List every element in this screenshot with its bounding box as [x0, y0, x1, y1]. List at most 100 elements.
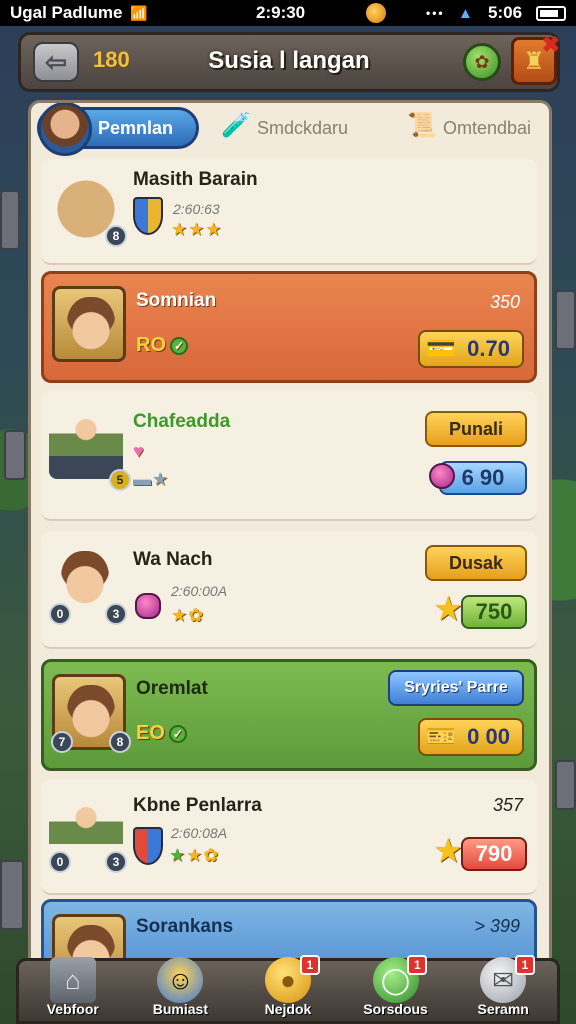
nav-item-bumiast[interactable]: ☺ Bumiast	[127, 957, 235, 1021]
list-item-highlighted[interactable]: Somnian 350 RO ✓ 💳 0.70	[41, 271, 537, 383]
stone-wall	[0, 860, 24, 930]
star-icon: ★	[433, 832, 464, 870]
close-icon[interactable]: ✖	[542, 32, 560, 58]
fruit-icon	[135, 593, 161, 619]
info-button[interactable]: ✿	[463, 43, 501, 81]
hero-amount: 350	[489, 292, 520, 312]
hero-value: EO ✓	[136, 722, 187, 745]
app-icon	[366, 3, 386, 23]
hero-portrait: 0 3	[49, 791, 127, 873]
hero-name: Somnian	[136, 290, 217, 311]
action-button[interactable]: Dusak	[425, 545, 527, 581]
nav-item-sorsdous[interactable]: ◯ 1 Sorsdous	[342, 955, 450, 1021]
price-text: 0 00	[467, 724, 510, 749]
list-item[interactable]: 8 Masith Barain 2:60:63 ★★★	[41, 159, 537, 265]
hero-portrait: 0 3	[49, 543, 127, 625]
potion-icon: 🧪	[221, 112, 251, 139]
wifi-icon: 📶	[130, 4, 148, 21]
status-bar: Ugal Padlume 📶 2:9:30 ••• ▲ 5:06	[0, 0, 576, 26]
hero-face	[61, 551, 109, 607]
list-item-highlighted[interactable]: 7 8 Oremlat Sryries' Parre EO ✓ 🎫 0 00	[41, 659, 537, 771]
price-text: 0.70	[467, 336, 510, 361]
more-dots-icon: •••	[426, 6, 445, 20]
shop-button[interactable]: ♜ ✖	[511, 32, 560, 85]
nav-item-nejdok[interactable]: ● 1 Nejdok	[234, 955, 342, 1021]
hero-name: Oremlat	[136, 678, 208, 699]
action-button[interactable]: Punali	[425, 411, 527, 447]
hero-amount: > 399	[474, 916, 520, 936]
hero-name: Chafeadda	[133, 411, 231, 432]
value-chip: 790	[461, 837, 527, 871]
hero-face	[67, 685, 115, 741]
nav-item-seramn[interactable]: ✉ 1 Seramn	[449, 955, 557, 1021]
hero-subtitle: 2:60:63	[173, 201, 220, 217]
star-rating: ★✿	[171, 605, 205, 625]
hero-name: Sorankans	[136, 916, 234, 937]
tab-label: Smdckdaru	[257, 117, 349, 138]
hero-portrait	[52, 286, 126, 362]
nav-item-vebfoor[interactable]: ⌂ Vebfoor	[19, 957, 127, 1021]
hero-value: RO ✓	[136, 334, 188, 357]
level-badge: 0	[49, 851, 71, 873]
hero-portrait: 8	[49, 171, 127, 247]
level-badge: 8	[109, 731, 131, 753]
top-bar: ⇦ 180 Susia l langan ✿ ♜ ✖	[18, 32, 560, 92]
castle-icon: ⌂	[49, 957, 96, 1003]
list-item[interactable]: 0 3 Wa Nach 2:60:00A ★✿ Dusak ★ 750	[41, 531, 537, 649]
bottom-nav: ⌂ Vebfoor ☺ Bumiast ● 1 Nejdok ◯ 1 Sorsd…	[16, 955, 560, 1024]
hero-portrait: 7 8	[51, 674, 131, 753]
hero-amount: 357	[492, 795, 523, 815]
check-icon: ✓	[168, 724, 187, 743]
level-badge: 0	[49, 603, 71, 625]
hero-icon: ☺	[157, 957, 204, 1003]
hero-subtitle: 2:60:00A	[171, 583, 228, 599]
check-icon: ✓	[170, 336, 188, 355]
nav-label: Sorsdous	[363, 1001, 428, 1017]
notification-badge: 1	[407, 955, 428, 975]
hero-name: Wa Nach	[133, 549, 213, 570]
ticket-icon: 🎫	[426, 723, 456, 750]
action-button[interactable]: Sryries' Parre	[388, 670, 524, 706]
star-rating: ★★★	[171, 219, 223, 239]
tab-label: Pemnlan	[98, 117, 174, 138]
tab-omtendbai[interactable]: 📜 Omtendbai	[403, 107, 531, 149]
hero-name: Kbne Penlarra	[133, 795, 262, 816]
carrier-label: Ugal Padlume	[10, 3, 123, 22]
value-text: EO	[136, 722, 165, 744]
level-badge: 5	[109, 469, 131, 491]
gem-icon	[429, 463, 455, 489]
level-badge: 3	[105, 851, 127, 873]
wifi-signal-icon: ▲	[458, 4, 473, 22]
stone-wall	[0, 190, 20, 250]
level-badge: 7	[51, 731, 73, 753]
tab-smdckdaru[interactable]: 🧪 Smdckdaru	[217, 107, 348, 149]
list-item[interactable]: 5 Chafeadda ♥ ▬★ Punali 6 90	[41, 391, 537, 521]
nav-label: Nejdok	[264, 1001, 312, 1017]
nav-label: Bumiast	[152, 1001, 208, 1017]
notification-badge: 1	[514, 955, 535, 975]
tab-label: Omtendbai	[443, 117, 532, 138]
buy-button[interactable]: 🎫 0 00	[418, 718, 524, 756]
leaf-icon: ✿	[474, 51, 490, 72]
battery-icon	[536, 5, 566, 21]
stone-wall	[4, 430, 26, 480]
buy-button[interactable]: 💳 0.70	[418, 330, 524, 368]
star-icon: ★	[433, 590, 464, 628]
nav-label: Seramn	[477, 1001, 529, 1017]
hero-face	[67, 297, 115, 353]
level-badge: 3	[105, 603, 127, 625]
tab-pemnlan[interactable]: Pemnlan	[37, 103, 199, 156]
value-text: RO	[136, 334, 166, 356]
stone-wall	[555, 290, 576, 350]
scroll-icon: 📜	[407, 112, 437, 139]
level-badge: 8	[105, 225, 127, 247]
heart-icon: ♥	[133, 441, 145, 461]
nav-label: Vebfoor	[46, 1001, 99, 1017]
shield-icon	[133, 827, 163, 865]
list-item[interactable]: 0 3 Kbne Penlarra 357 2:60:08A ★★✿ ★ 790	[41, 779, 537, 895]
notification-badge: 1	[299, 955, 320, 975]
shield-icon	[133, 197, 163, 235]
tab-bar: Pemnlan 🧪 Smdckdaru 📜 Omtendbai	[31, 103, 549, 156]
status-time-right: 5:06	[488, 3, 523, 22]
status-time: 2:9:30	[256, 3, 306, 22]
